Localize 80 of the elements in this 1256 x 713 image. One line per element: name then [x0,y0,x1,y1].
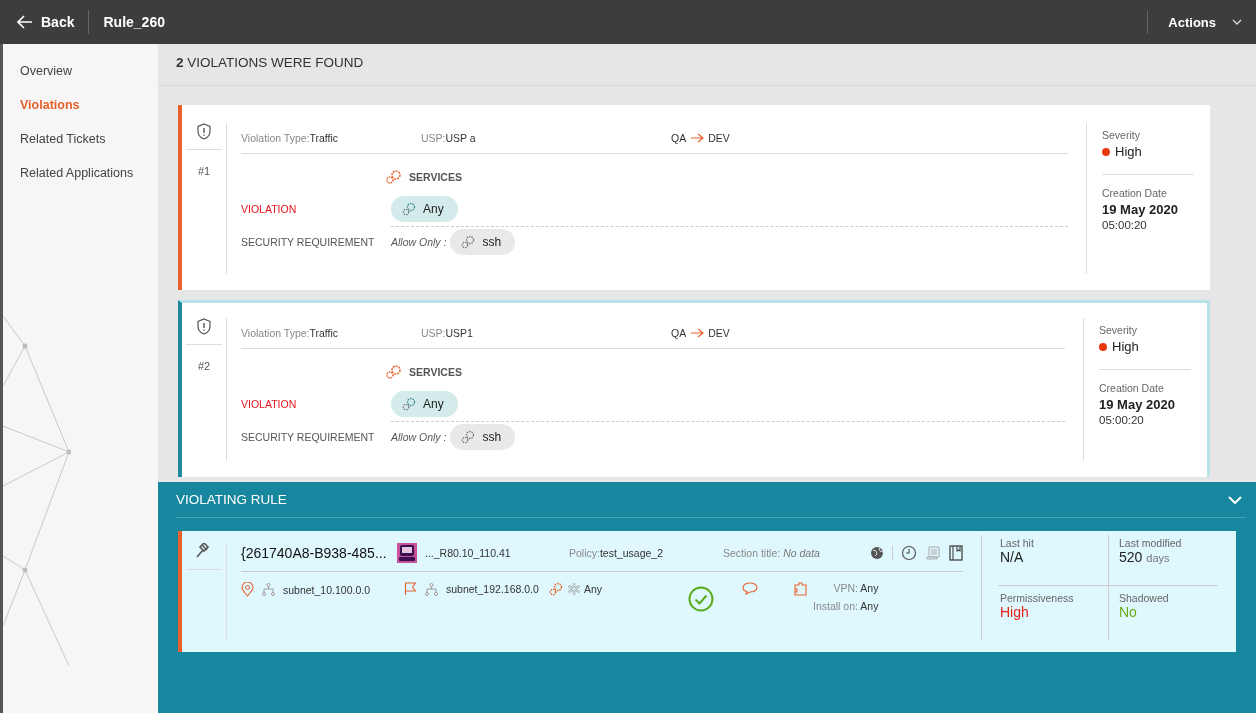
comment-icon[interactable] [742,582,758,595]
rule-name: {261740A8-B938-485... [241,545,388,561]
hammer-icon [196,543,212,559]
network-icon [262,583,275,596]
creation-date: 19 May 2020 [1102,202,1179,217]
service-chip: Any [391,195,458,222]
creation-time: 05:00:20 [1102,219,1148,231]
check-circle-icon [688,586,714,612]
source-zone: QA [671,132,687,144]
creation-time: 05:00:20 [1099,414,1145,426]
service-value: Any [584,583,603,595]
vpn-field: VPN: Any [833,582,879,594]
back-button[interactable]: Back [0,10,90,34]
destination-subnet: subnet_192.168.0.0 [446,583,539,595]
flag-icon [404,582,417,596]
creation-date-label: Creation Date [1099,382,1165,394]
violation-number: #1 [197,165,211,177]
install-on-field: Install on: Any [813,600,879,612]
severity-value: High [1112,339,1139,354]
gateway-name: ..._R80.10_110.41 [425,547,512,559]
violation-card[interactable]: #1 Violation Type:Traffic USP:USP a QA DEV SERVICES VIOLATION Any SECURITY REQUIREMENT Allow Only : ssh Severity High Creation Date 19 May 2020 05:00:20 [178,105,1210,290]
gateway-device-icon [397,543,417,563]
service-chip: ssh [450,424,516,450]
violation-type: Violation Type:Traffic [241,132,340,144]
violation-number: #2 [197,360,211,372]
stat-label: Last hit [1000,537,1035,549]
requirement-label: SECURITY REQUIREMENT [241,431,376,443]
stat-value: N/A [1000,549,1024,565]
violation-card[interactable]: #2 Violation Type:Traffic USP:USP1 QA DEV SERVICES VIOLATION Any SECURITY REQUIREMENT Allow Only : ssh Severity High Creation Date 19 May 2020 05:00:20 [178,300,1210,477]
source-zone: QA [671,327,687,339]
creation-date-label: Creation Date [1102,187,1168,199]
stat-value: High [1000,604,1029,620]
sidebar-item[interactable]: Overview [3,54,158,88]
policy-name: Policy:test_usage_2 [569,547,664,559]
sidebar-item[interactable]: Related Applications [3,156,158,190]
severity-label: Severity [1099,324,1138,336]
arrow-right-icon [690,133,705,143]
clock-icon[interactable] [901,545,917,561]
usp-name: USP:USP a [421,132,477,144]
asterisk-icon [567,582,581,596]
stat-label: Last modified [1119,537,1183,549]
arrow-right-icon [690,328,705,338]
section-title: VIOLATING RULE [176,492,287,507]
violations-count-heading: 2 VIOLATIONS WERE FOUND [158,44,1256,86]
severity-value: High [1115,144,1142,159]
service-chip: ssh [450,229,516,255]
creation-date: 19 May 2020 [1099,397,1176,412]
source-subnet: subnet_10.100.0.0 [283,583,370,596]
shield-icon [196,123,212,140]
destination-zone: DEV [708,132,730,144]
page-title: Rule_260 [103,14,165,30]
stat-value: No [1119,604,1137,620]
severity-label: Severity [1102,129,1141,141]
stat-label: Shadowed [1119,592,1170,604]
violation-label: VIOLATION [241,203,298,215]
chevron-icon[interactable] [1228,495,1242,504]
network-icon [425,582,438,596]
requirement-label: SECURITY REQUIREMENT [241,236,376,248]
shield-icon [196,318,212,335]
section-heading: SERVICES [409,366,462,378]
allow-only-label: Allow Only : [391,431,447,443]
notebook-icon[interactable] [949,545,963,561]
stat-value: 520 [1119,549,1143,565]
sidebar-item[interactable]: Related Tickets [3,122,158,156]
actions-menu[interactable]: Actions [1147,10,1256,34]
destination-zone: DEV [708,327,730,339]
allow-only-label: Allow Only : [391,236,447,248]
stat-unit: days [1146,552,1170,564]
violation-type: Violation Type:Traffic [241,327,340,339]
section-heading: SERVICES [409,171,462,183]
puzzle-icon [794,582,807,596]
section-title-field: Section title: No data [723,547,820,559]
globe-icon[interactable] [870,546,884,560]
caret-icon [1232,19,1242,25]
service-chip: Any [391,390,458,417]
location-pin-icon [241,582,254,597]
stat-label: Permissiveness [1000,592,1075,604]
back-arrow-icon [17,15,33,29]
violation-label: VIOLATION [241,398,298,410]
usp-name: USP:USP1 [421,327,474,339]
